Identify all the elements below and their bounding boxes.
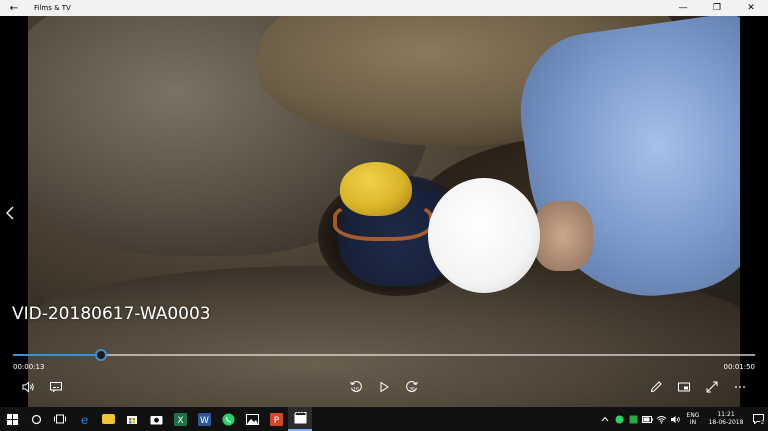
show-hidden-icons-button[interactable] — [598, 407, 612, 431]
video-content-arm — [533, 201, 593, 271]
video-content-yellow-helmet — [340, 162, 412, 216]
whatsapp-icon — [222, 413, 234, 425]
play-button[interactable] — [374, 378, 394, 396]
svg-text:X: X — [177, 416, 183, 426]
store-icon — [127, 416, 137, 424]
language-code: ENG — [686, 412, 700, 419]
battery-button[interactable] — [640, 407, 654, 431]
clock-button[interactable]: 11:21 18-06-2018 — [704, 411, 748, 427]
excel-icon: X — [173, 412, 187, 426]
file-explorer-button[interactable] — [96, 407, 120, 431]
edge-button[interactable]: e — [72, 407, 96, 431]
network-button[interactable] — [654, 407, 668, 431]
volume-button[interactable] — [18, 378, 38, 396]
more-button[interactable] — [730, 378, 750, 396]
back-button[interactable]: ← — [0, 0, 28, 16]
store-button[interactable] — [120, 407, 144, 431]
tray-app-button[interactable] — [626, 407, 640, 431]
task-view-button[interactable] — [48, 407, 72, 431]
svg-text:e: e — [80, 413, 87, 426]
start-icon — [6, 413, 18, 425]
file-explorer-icon — [101, 414, 115, 424]
system-tray: ENG IN 11:21 18-06-2018 2 — [598, 407, 768, 431]
taskbar: e X W P ENG IN 11:21 18-06-2018 2 — [0, 407, 768, 431]
task-view-icon — [54, 414, 66, 424]
skip-forward-30-icon: 30 — [406, 381, 418, 393]
edge-icon: e — [80, 413, 87, 426]
maximize-button[interactable]: ❐ — [700, 0, 734, 16]
skip-forward-label: 30 — [409, 387, 415, 393]
video-content-white-helmet — [428, 178, 540, 293]
notification-count: 2 — [759, 420, 765, 426]
minimize-button[interactable]: — — [666, 0, 700, 16]
previous-video-button[interactable] — [3, 202, 17, 224]
close-button[interactable]: ✕ — [734, 0, 768, 16]
powerpoint-button[interactable]: P — [264, 407, 288, 431]
photos-icon — [245, 413, 259, 425]
more-icon — [735, 386, 745, 388]
svg-text:W: W — [200, 416, 209, 426]
word-button[interactable]: W — [192, 407, 216, 431]
volume-tray-button[interactable] — [668, 407, 682, 431]
word-icon: W — [197, 412, 211, 426]
seek-bar[interactable] — [13, 349, 755, 361]
skip-back-button[interactable]: 10 — [346, 378, 366, 396]
fullscreen-button[interactable] — [702, 378, 722, 396]
chevron-left-icon — [6, 206, 14, 220]
camera-icon — [150, 415, 162, 424]
wifi-icon — [656, 415, 666, 424]
play-icon — [380, 381, 389, 393]
fullscreen-icon — [706, 381, 718, 393]
skip-forward-button[interactable]: 30 — [402, 378, 422, 396]
start-button[interactable] — [0, 407, 24, 431]
speaker-icon — [670, 415, 680, 423]
whatsapp-button[interactable] — [216, 407, 240, 431]
edit-pencil-icon — [650, 381, 662, 393]
excel-button[interactable]: X — [168, 407, 192, 431]
clock-time: 11:21 — [717, 411, 735, 418]
input-language-button[interactable]: ENG IN — [682, 412, 704, 426]
skip-back-label: 10 — [353, 387, 359, 393]
language-region: IN — [689, 419, 697, 426]
films-tv-button[interactable] — [288, 407, 312, 431]
powerpoint-icon: P — [269, 412, 283, 426]
subtitles-icon — [50, 382, 62, 393]
skip-back-10-icon: 10 — [350, 381, 362, 393]
tray-whatsapp-button[interactable] — [612, 407, 626, 431]
mini-view-button[interactable] — [674, 378, 694, 396]
films-tv-icon — [293, 412, 306, 424]
camera-button[interactable] — [144, 407, 168, 431]
clock-date: 18-06-2018 — [708, 419, 744, 426]
video-player[interactable]: VID-20180617-WA0003 00:00:13 00:01:50 10… — [0, 16, 768, 407]
green-app-tray-icon — [629, 415, 637, 423]
photos-button[interactable] — [240, 407, 264, 431]
seek-thumb[interactable] — [94, 349, 107, 361]
volume-icon — [22, 381, 34, 393]
current-time: 00:00:13 — [13, 363, 45, 371]
subtitles-button[interactable] — [46, 378, 66, 396]
cortana-button[interactable] — [24, 407, 48, 431]
duration: 00:01:50 — [723, 363, 755, 371]
edit-button[interactable] — [646, 378, 666, 396]
svg-text:P: P — [273, 416, 279, 426]
title-bar: ← Films & TV — ❐ ✕ — [0, 0, 768, 16]
video-frame[interactable] — [28, 16, 740, 407]
cortana-icon — [31, 414, 41, 424]
mini-view-icon — [678, 382, 690, 392]
chevron-up-icon — [601, 416, 609, 422]
back-arrow-icon: ← — [9, 2, 19, 14]
video-title: VID-20180617-WA0003 — [12, 304, 211, 324]
seek-bar-fill — [13, 354, 101, 356]
battery-icon — [641, 415, 653, 423]
window-title: Films & TV — [34, 4, 71, 12]
action-center-button[interactable]: 2 — [748, 407, 768, 431]
whatsapp-tray-icon — [615, 415, 623, 423]
